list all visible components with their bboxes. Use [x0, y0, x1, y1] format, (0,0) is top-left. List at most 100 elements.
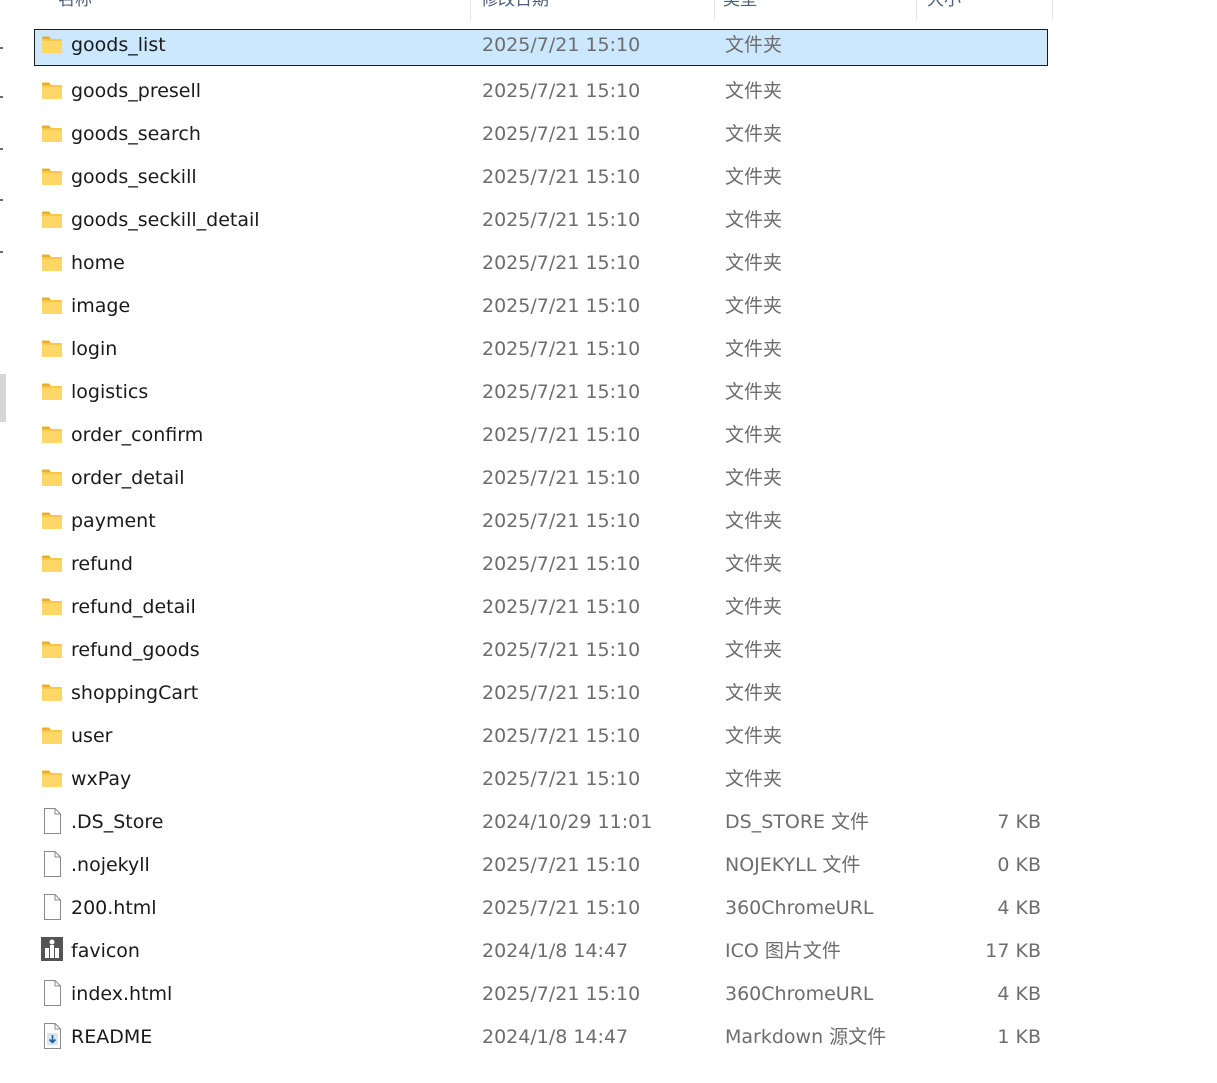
- file-type: 文件夹: [725, 424, 783, 446]
- file-row[interactable]: .DS_Store 2024/10/29 11:01 DS_STORE 文件 7 KB: [34, 803, 1048, 846]
- file-type: 文件夹: [725, 768, 783, 790]
- file-row[interactable]: goods_seckill_detail 2025/7/21 15:10 文件夹: [34, 201, 1048, 244]
- column-header-date-modified[interactable]: 修改日期: [471, 0, 715, 20]
- file-date-modified: 2025/7/21 15:10: [482, 467, 641, 489]
- file-row[interactable]: user 2025/7/21 15:10 文件夹: [34, 717, 1048, 760]
- file-type: 文件夹: [725, 166, 783, 188]
- file-type: 文件夹: [725, 338, 783, 360]
- folder-icon: [41, 382, 63, 402]
- file-row[interactable]: order_detail 2025/7/21 15:10 文件夹: [34, 459, 1048, 502]
- file-row[interactable]: login 2025/7/21 15:10 文件夹: [34, 330, 1048, 373]
- file-row[interactable]: index.html 2025/7/21 15:10 360ChromeURL 4 K…: [34, 975, 1048, 1018]
- file-date-modified: 2025/7/21 15:10: [482, 209, 641, 231]
- tree-connector: [0, 47, 3, 49]
- file-name[interactable]: home: [71, 251, 125, 275]
- folder-icon: [41, 81, 63, 101]
- markdown-file-icon: [41, 1023, 63, 1049]
- file-row[interactable]: home 2025/7/21 15:10 文件夹: [34, 244, 1048, 287]
- file-date-modified: 2025/7/21 15:10: [482, 854, 641, 876]
- folder-icon: [41, 769, 63, 789]
- file-name[interactable]: logistics: [71, 380, 148, 404]
- file-type: 文件夹: [725, 381, 783, 403]
- file-row[interactable]: 200.html 2025/7/21 15:10 360ChromeURL 4 KB: [34, 889, 1048, 932]
- file-name[interactable]: favicon: [71, 939, 140, 963]
- file-type: 文件夹: [725, 34, 783, 56]
- file-size: 4 KB: [997, 897, 1041, 919]
- file-name[interactable]: refund_goods: [71, 638, 200, 662]
- file-name[interactable]: refund: [71, 552, 133, 576]
- file-name[interactable]: 200.html: [71, 896, 157, 920]
- file-icon: [41, 851, 63, 877]
- file-size: 1 KB: [997, 1026, 1041, 1048]
- folder-icon: [41, 554, 63, 574]
- file-list: goods_list 2025/7/21 15:10 文件夹 goods_presel…: [34, 29, 1048, 1061]
- file-name[interactable]: login: [71, 337, 117, 361]
- file-row[interactable]: payment 2025/7/21 15:10 文件夹: [34, 502, 1048, 545]
- file-row[interactable]: refund_detail 2025/7/21 15:10 文件夹: [34, 588, 1048, 631]
- file-type: 文件夹: [725, 725, 783, 747]
- file-date-modified: 2025/7/21 15:10: [482, 553, 641, 575]
- favicon-image-icon: [41, 937, 63, 961]
- file-name[interactable]: order_detail: [71, 466, 185, 490]
- file-row[interactable]: goods_seckill 2025/7/21 15:10 文件夹: [34, 158, 1048, 201]
- file-date-modified: 2025/7/21 15:10: [482, 768, 641, 790]
- file-date-modified: 2025/7/21 15:10: [482, 252, 641, 274]
- file-name[interactable]: image: [71, 294, 130, 318]
- file-name[interactable]: payment: [71, 509, 156, 533]
- file-date-modified: 2024/1/8 14:47: [482, 940, 629, 962]
- column-header-name[interactable]: 名称: [52, 0, 471, 20]
- file-name[interactable]: README: [71, 1025, 152, 1049]
- file-name[interactable]: .nojekyll: [71, 853, 150, 877]
- file-date-modified: 2025/7/21 15:10: [482, 295, 641, 317]
- file-name[interactable]: refund_detail: [71, 595, 196, 619]
- file-name[interactable]: order_confirm: [71, 423, 203, 447]
- left-pane-scrollbar-thumb[interactable]: [0, 374, 6, 422]
- file-row[interactable]: goods_search 2025/7/21 15:10 文件夹: [34, 115, 1048, 158]
- file-row[interactable]: order_confirm 2025/7/21 15:10 文件夹: [34, 416, 1048, 459]
- file-name[interactable]: wxPay: [71, 767, 131, 791]
- column-header-size[interactable]: 大小: [917, 0, 1053, 20]
- file-row[interactable]: README 2024/1/8 14:47 Markdown 源文件 1 KB: [34, 1018, 1048, 1061]
- file-row[interactable]: wxPay 2025/7/21 15:10 文件夹: [34, 760, 1048, 803]
- file-size: 4 KB: [997, 983, 1041, 1005]
- folder-icon: [41, 425, 63, 445]
- file-row[interactable]: favicon 2024/1/8 14:47 ICO 图片文件 17 KB: [34, 932, 1048, 975]
- file-date-modified: 2025/7/21 15:10: [482, 34, 641, 56]
- file-row[interactable]: image 2025/7/21 15:10 文件夹: [34, 287, 1048, 330]
- file-name[interactable]: user: [71, 724, 112, 748]
- folder-icon: [41, 124, 63, 144]
- file-date-modified: 2025/7/21 15:10: [482, 381, 641, 403]
- file-type: 文件夹: [725, 467, 783, 489]
- file-row[interactable]: refund 2025/7/21 15:10 文件夹: [34, 545, 1048, 588]
- column-header-type[interactable]: 类型: [715, 0, 917, 20]
- file-date-modified: 2025/7/21 15:10: [482, 123, 641, 145]
- file-type: 文件夹: [725, 123, 783, 145]
- file-name[interactable]: shoppingCart: [71, 681, 198, 705]
- file-row[interactable]: logistics 2025/7/21 15:10 文件夹: [34, 373, 1048, 416]
- file-name[interactable]: goods_search: [71, 122, 201, 146]
- file-row[interactable]: .nojekyll 2025/7/21 15:10 NOJEKYLL 文件 0 KB: [34, 846, 1048, 889]
- file-name[interactable]: goods_presell: [71, 79, 201, 103]
- file-type: 文件夹: [725, 553, 783, 575]
- file-date-modified: 2025/7/21 15:10: [482, 639, 641, 661]
- folder-icon: [41, 253, 63, 273]
- file-row[interactable]: refund_goods 2025/7/21 15:10 文件夹: [34, 631, 1048, 674]
- file-icon: [41, 808, 63, 834]
- file-name[interactable]: .DS_Store: [71, 810, 163, 834]
- file-size: 7 KB: [997, 811, 1041, 833]
- file-row[interactable]: goods_presell 2025/7/21 15:10 文件夹: [34, 72, 1048, 115]
- file-icon: [41, 980, 63, 1006]
- file-row-selected[interactable]: goods_list 2025/7/21 15:10 文件夹: [34, 29, 1048, 66]
- file-date-modified: 2024/1/8 14:47: [482, 1026, 629, 1048]
- file-name[interactable]: index.html: [71, 982, 172, 1006]
- file-row[interactable]: shoppingCart 2025/7/21 15:10 文件夹: [34, 674, 1048, 717]
- folder-icon: [41, 167, 63, 187]
- file-name[interactable]: goods_list: [71, 33, 166, 57]
- file-type: 文件夹: [725, 295, 783, 317]
- file-type: 文件夹: [725, 682, 783, 704]
- file-date-modified: 2025/7/21 15:10: [482, 725, 641, 747]
- tree-connector: [0, 96, 3, 98]
- file-name[interactable]: goods_seckill: [71, 165, 197, 189]
- file-name[interactable]: goods_seckill_detail: [71, 208, 260, 232]
- file-date-modified: 2025/7/21 15:10: [482, 424, 641, 446]
